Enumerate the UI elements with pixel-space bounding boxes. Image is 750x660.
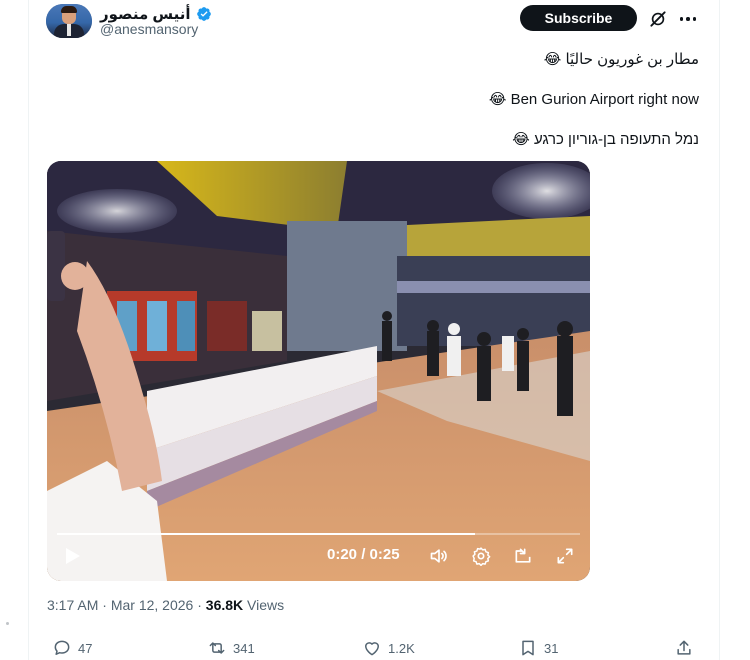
heart-icon	[365, 642, 379, 656]
tweet-time[interactable]: 3:17 AM	[47, 597, 98, 613]
reply-count: 47	[78, 640, 93, 656]
video-progress-fill	[57, 533, 476, 535]
side-dot	[6, 622, 9, 625]
like-button[interactable]: 1.2K	[362, 638, 415, 658]
like-count: 1.2K	[388, 640, 415, 656]
views-count: 36.8K	[205, 597, 244, 613]
repost-icon	[209, 642, 225, 654]
bookmark-count: 31	[544, 640, 559, 656]
share-icon	[677, 640, 691, 655]
avatar[interactable]	[46, 4, 92, 38]
play-icon[interactable]	[65, 547, 81, 565]
share-button[interactable]	[674, 638, 694, 658]
tweet-text-hebrew: נמל התעופה בן-גוריון כרגע 😂	[512, 131, 699, 148]
repost-count: 341	[233, 640, 255, 656]
tweet-actions: 47 341 1.2K 31	[0, 636, 750, 660]
timeline-border-right	[719, 0, 720, 660]
reply-icon	[54, 640, 70, 655]
repost-button[interactable]: 341	[207, 638, 255, 658]
video-controls: 0:20 / 0:25	[47, 533, 590, 581]
reply-button[interactable]: 47	[52, 638, 92, 658]
video-progress-bar[interactable]	[57, 533, 580, 535]
bookmark-button[interactable]: 31	[518, 638, 558, 658]
settings-icon[interactable]	[471, 546, 491, 566]
more-icon[interactable]	[678, 9, 698, 29]
video-time: 0:20 / 0:25	[327, 546, 400, 563]
grok-icon[interactable]	[648, 9, 668, 29]
author-handle[interactable]: @anesmansory	[100, 21, 198, 37]
fullscreen-icon[interactable]	[555, 546, 575, 566]
verified-badge-icon	[196, 7, 211, 21]
volume-icon[interactable]	[429, 546, 449, 566]
timeline-border-left	[28, 0, 29, 660]
picture-in-picture-icon[interactable]	[513, 546, 533, 566]
tweet-text-arabic: مطار بن غوريون حاليًا 😂	[543, 51, 699, 68]
video-frame	[47, 161, 590, 581]
tweet-date[interactable]: Mar 12, 2026	[111, 597, 194, 613]
video-player[interactable]: 0:20 / 0:25	[47, 161, 590, 581]
bookmark-icon	[522, 640, 534, 656]
subscribe-button[interactable]: Subscribe	[520, 5, 637, 31]
views-label: Views	[247, 597, 285, 613]
tweet-meta: 3:17 AM · Mar 12, 2026 · 36.8K Views	[47, 597, 285, 613]
tweet-text-english: 😂 Ben Gurion Airport right now	[488, 91, 699, 108]
